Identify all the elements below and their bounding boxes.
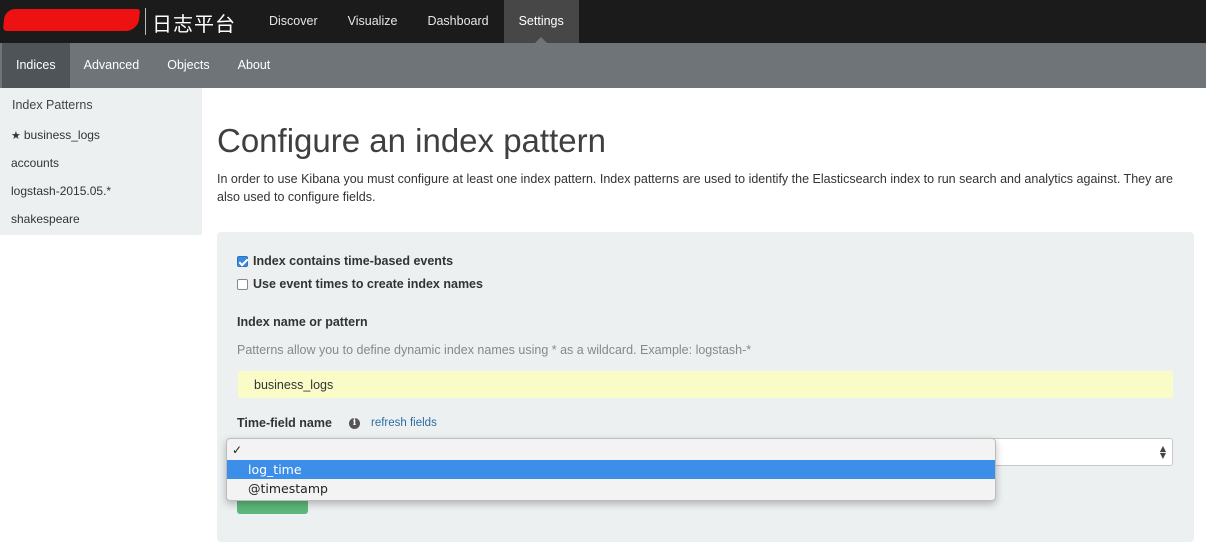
- tab-about[interactable]: About: [224, 43, 285, 88]
- top-nav: Discover Visualize Dashboard Settings: [254, 0, 579, 43]
- sidebar-item-logstash[interactable]: logstash-2015.05.*: [11, 184, 111, 198]
- time-based-checkbox[interactable]: [237, 255, 248, 267]
- index-pattern-input[interactable]: [238, 371, 1173, 398]
- time-based-label: Index contains time-based events: [253, 254, 454, 268]
- settings-subnav: Indices Advanced Objects About: [0, 43, 1206, 88]
- brand[interactable]: 日志平台: [0, 0, 252, 43]
- sidebar-item-label: business_logs: [23, 128, 100, 142]
- tab-objects[interactable]: Objects: [153, 43, 223, 88]
- sidebar-item-shakespeare[interactable]: shakespeare: [11, 212, 80, 226]
- info-icon[interactable]: i: [349, 418, 360, 429]
- index-patterns-sidebar: Index Patterns ★ business_logs accounts l…: [0, 88, 202, 235]
- brand-divider: [145, 8, 146, 35]
- time-field-label: Time-field name: [237, 416, 332, 430]
- nav-dashboard[interactable]: Dashboard: [412, 0, 503, 43]
- sidebar-item-accounts[interactable]: accounts: [11, 156, 59, 170]
- sidebar-item-business-logs[interactable]: ★ business_logs: [11, 128, 100, 142]
- sidebar-heading: Index Patterns: [12, 98, 93, 112]
- dropdown-option-timestamp[interactable]: @timestamp: [227, 479, 995, 498]
- settings-subnav-bar: Indices Advanced Objects About: [0, 43, 1206, 88]
- select-arrows-icon: ▲ ▼: [1159, 444, 1166, 460]
- tab-advanced[interactable]: Advanced: [70, 43, 154, 88]
- time-field-dropdown: ✓ log_time @timestamp: [226, 438, 996, 501]
- event-times-label: Use event times to create index names: [253, 277, 483, 291]
- time-based-row[interactable]: Index contains time-based events: [237, 254, 453, 268]
- top-nav-bar: 日志平台 Discover Visualize Dashboard Settin…: [0, 0, 1206, 43]
- checkmark-icon: ✓: [232, 443, 243, 457]
- refresh-fields-link[interactable]: refresh fields: [371, 417, 437, 429]
- star-icon: ★: [11, 129, 21, 142]
- dropdown-option-log-time[interactable]: log_time: [227, 460, 995, 479]
- index-name-label: Index name or pattern: [237, 315, 368, 329]
- page-description: In order to use Kibana you must configur…: [217, 172, 1173, 204]
- page-title: Configure an index pattern: [217, 122, 606, 159]
- brand-title: 日志平台: [152, 12, 236, 36]
- nav-discover[interactable]: Discover: [254, 0, 333, 43]
- event-times-row[interactable]: Use event times to create index names: [237, 277, 483, 291]
- event-times-checkbox[interactable]: [237, 278, 248, 290]
- index-name-help: Patterns allow you to define dynamic ind…: [237, 343, 752, 357]
- redacted-logo: [2, 9, 141, 31]
- nav-visualize[interactable]: Visualize: [333, 0, 413, 43]
- dropdown-option-empty[interactable]: ✓: [227, 441, 995, 460]
- nav-settings[interactable]: Settings: [503, 0, 579, 43]
- dropdown-option-label: log_time: [248, 462, 302, 477]
- tab-indices[interactable]: Indices: [2, 43, 70, 88]
- dropdown-option-label: @timestamp: [248, 481, 328, 496]
